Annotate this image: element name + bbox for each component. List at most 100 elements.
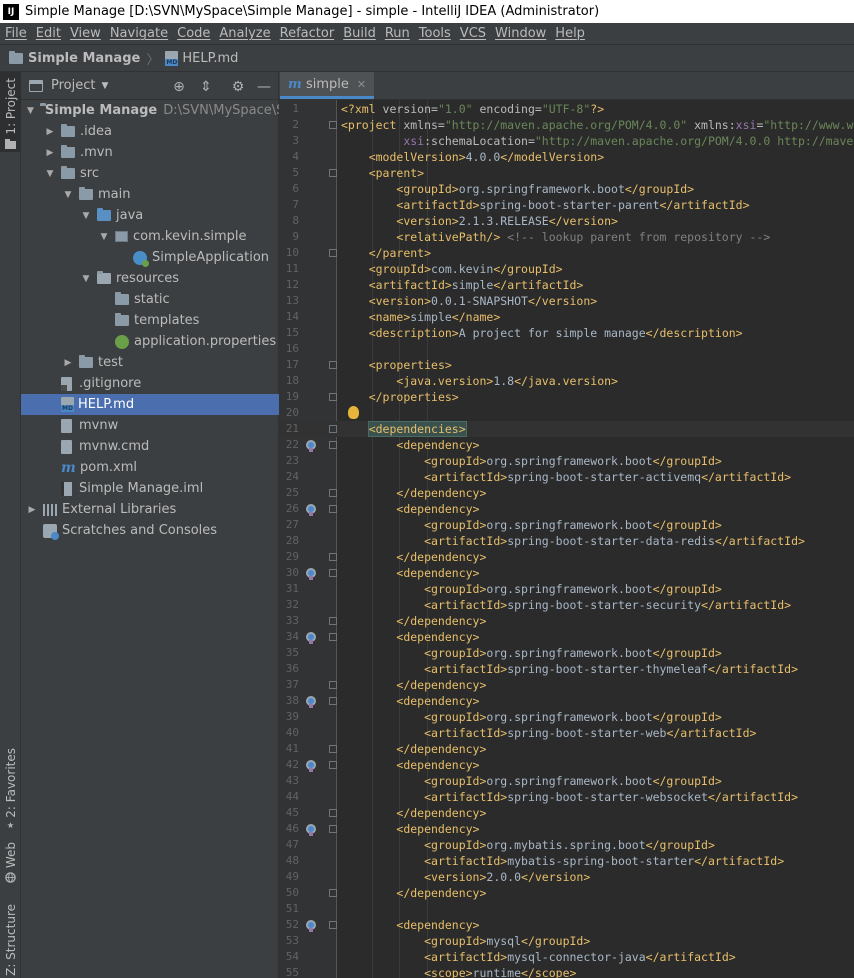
chevron-down-icon[interactable]: ▼ <box>99 232 109 242</box>
menu-analyze[interactable]: Analyze <box>216 26 273 41</box>
menu-file[interactable]: File <box>2 26 30 41</box>
menu-help[interactable]: Help <box>552 26 588 41</box>
tree-item-label: Simple Manage.iml <box>79 481 204 496</box>
fold-marker-icon[interactable] <box>329 505 337 513</box>
maven-dependency-gutter-icon[interactable] <box>306 440 316 452</box>
tool-tab-web[interactable]: Web <box>0 842 21 888</box>
menu-view[interactable]: View <box>67 26 104 41</box>
menu-run[interactable]: Run <box>382 26 413 41</box>
tree-item[interactable]: .gitignore <box>21 373 279 394</box>
tree-item[interactable]: ▼ com.kevin.simple <box>21 226 279 247</box>
chevron-down-icon[interactable]: ▼ <box>45 169 55 179</box>
menu-tools[interactable]: Tools <box>416 26 454 41</box>
tree-item[interactable]: application.properties <box>21 331 279 352</box>
tree-item[interactable]: ▶ test <box>21 352 279 373</box>
fold-marker-icon[interactable] <box>329 569 337 577</box>
fold-marker-icon[interactable] <box>329 921 337 929</box>
code-token: <groupId> <box>424 646 487 660</box>
fold-marker-icon[interactable] <box>329 361 337 369</box>
fold-marker-icon[interactable] <box>329 169 337 177</box>
close-icon[interactable]: ✕ <box>357 78 366 91</box>
editor-tab-simple[interactable]: m simple ✕ <box>280 72 375 99</box>
code-token: spring-boot-starter-data-redis <box>507 534 715 548</box>
tree-item[interactable]: Simple Manage.iml <box>21 478 279 499</box>
hide-panel-icon[interactable]: — <box>256 79 272 95</box>
tree-item[interactable]: ▶ External Libraries <box>21 499 279 520</box>
chevron-down-icon[interactable]: ▼ <box>101 81 108 91</box>
tree-item[interactable]: ▶ .idea <box>21 121 279 142</box>
fold-marker-icon[interactable] <box>329 889 337 897</box>
fold-marker-icon[interactable] <box>329 745 337 753</box>
collapse-all-icon[interactable]: ⇕ <box>198 79 214 95</box>
maven-dependency-gutter-icon[interactable] <box>306 568 316 580</box>
line-number: 36 <box>285 662 299 675</box>
fold-marker-icon[interactable] <box>329 249 337 257</box>
maven-dependency-gutter-icon[interactable] <box>306 760 316 772</box>
tree-item[interactable]: mvnw <box>21 415 279 436</box>
tool-tab-structure[interactable]: Z: Structure <box>0 904 21 978</box>
fold-marker-icon[interactable] <box>329 441 337 449</box>
menu-code[interactable]: Code <box>174 26 213 41</box>
line-number: 50 <box>285 886 299 899</box>
fold-marker-icon[interactable] <box>329 633 337 641</box>
tree-item[interactable]: static <box>21 289 279 310</box>
tool-tab-favorites[interactable]: 2: Favorites <box>0 748 21 828</box>
gear-icon[interactable]: ⚙ <box>230 79 246 95</box>
maven-dependency-gutter-icon[interactable] <box>306 696 316 708</box>
fold-marker-icon[interactable] <box>329 617 337 625</box>
code-token: </dependency> <box>396 550 487 564</box>
tree-item[interactable]: ▼ Simple Manage D:\SVN\MySpace\Sim <box>21 100 301 121</box>
fold-marker-icon[interactable] <box>329 553 337 561</box>
fold-marker-icon[interactable] <box>329 809 337 817</box>
tree-item[interactable]: Scratches and Consoles <box>21 520 279 541</box>
tree-item[interactable]: templates <box>21 310 279 331</box>
fold-marker-icon[interactable] <box>329 425 337 433</box>
chevron-right-icon[interactable]: ▶ <box>45 127 55 137</box>
tree-item[interactable]: ▶ .mvn <box>21 142 279 163</box>
code-token: </groupId> <box>645 838 715 852</box>
locate-file-icon[interactable]: ⊕ <box>171 79 187 95</box>
chevron-right-icon[interactable]: ▶ <box>63 358 73 368</box>
code-editor[interactable]: 1 <?xml version="1.0" encoding="UTF-8"?> 2… <box>279 100 854 978</box>
tool-tab-project[interactable]: 1: Project <box>0 72 21 152</box>
tree-item[interactable]: ▼ java <box>21 205 279 226</box>
lightbulb-icon[interactable] <box>348 406 359 419</box>
breadcrumb-file[interactable]: HELP.md <box>165 50 238 66</box>
menu-window[interactable]: Window <box>492 26 549 41</box>
chevron-down-icon[interactable]: ▼ <box>81 274 91 284</box>
menu-edit[interactable]: Edit <box>33 26 64 41</box>
breadcrumb-project[interactable]: Simple Manage <box>9 50 140 66</box>
maven-dependency-gutter-icon[interactable] <box>306 920 316 932</box>
line-number: 49 <box>285 870 299 883</box>
fold-marker-icon[interactable] <box>329 489 337 497</box>
menu-vcs[interactable]: VCS <box>457 26 489 41</box>
tree-item[interactable]: m pom.xml <box>21 457 279 478</box>
chevron-right-icon[interactable]: ▶ <box>27 505 37 515</box>
tree-item[interactable]: HELP.md <box>21 394 279 415</box>
maven-dependency-gutter-icon[interactable] <box>306 632 316 644</box>
tree-item[interactable]: ▼ main <box>21 184 279 205</box>
tree-item[interactable]: mvnw.cmd <box>21 436 279 457</box>
fold-marker-icon[interactable] <box>329 825 337 833</box>
fold-marker-icon[interactable] <box>329 121 337 129</box>
maven-dependency-gutter-icon[interactable] <box>306 504 316 516</box>
fold-marker-icon[interactable] <box>329 393 337 401</box>
fold-marker-icon[interactable] <box>329 681 337 689</box>
tree-item[interactable]: ▼ src <box>21 163 279 184</box>
fold-marker-icon[interactable] <box>329 697 337 705</box>
menu-navigate[interactable]: Navigate <box>107 26 171 41</box>
chevron-down-icon[interactable]: ▼ <box>27 106 34 116</box>
tree-item[interactable]: SimpleApplication <box>21 247 279 268</box>
fold-marker-icon[interactable] <box>329 761 337 769</box>
tree-item[interactable]: ▼ resources <box>21 268 279 289</box>
project-view-selector[interactable]: Project <box>51 78 95 93</box>
menu-refactor[interactable]: Refactor <box>277 26 338 41</box>
line-number: 39 <box>285 710 299 723</box>
chevron-down-icon[interactable]: ▼ <box>81 211 91 221</box>
maven-dependency-gutter-icon[interactable] <box>306 824 316 836</box>
menu-build[interactable]: Build <box>340 26 379 41</box>
chevron-right-icon[interactable]: ▶ <box>45 148 55 158</box>
chevron-down-icon[interactable]: ▼ <box>63 190 73 200</box>
window-title: Simple Manage [D:\SVN\MySpace\Simple Man… <box>25 4 600 19</box>
